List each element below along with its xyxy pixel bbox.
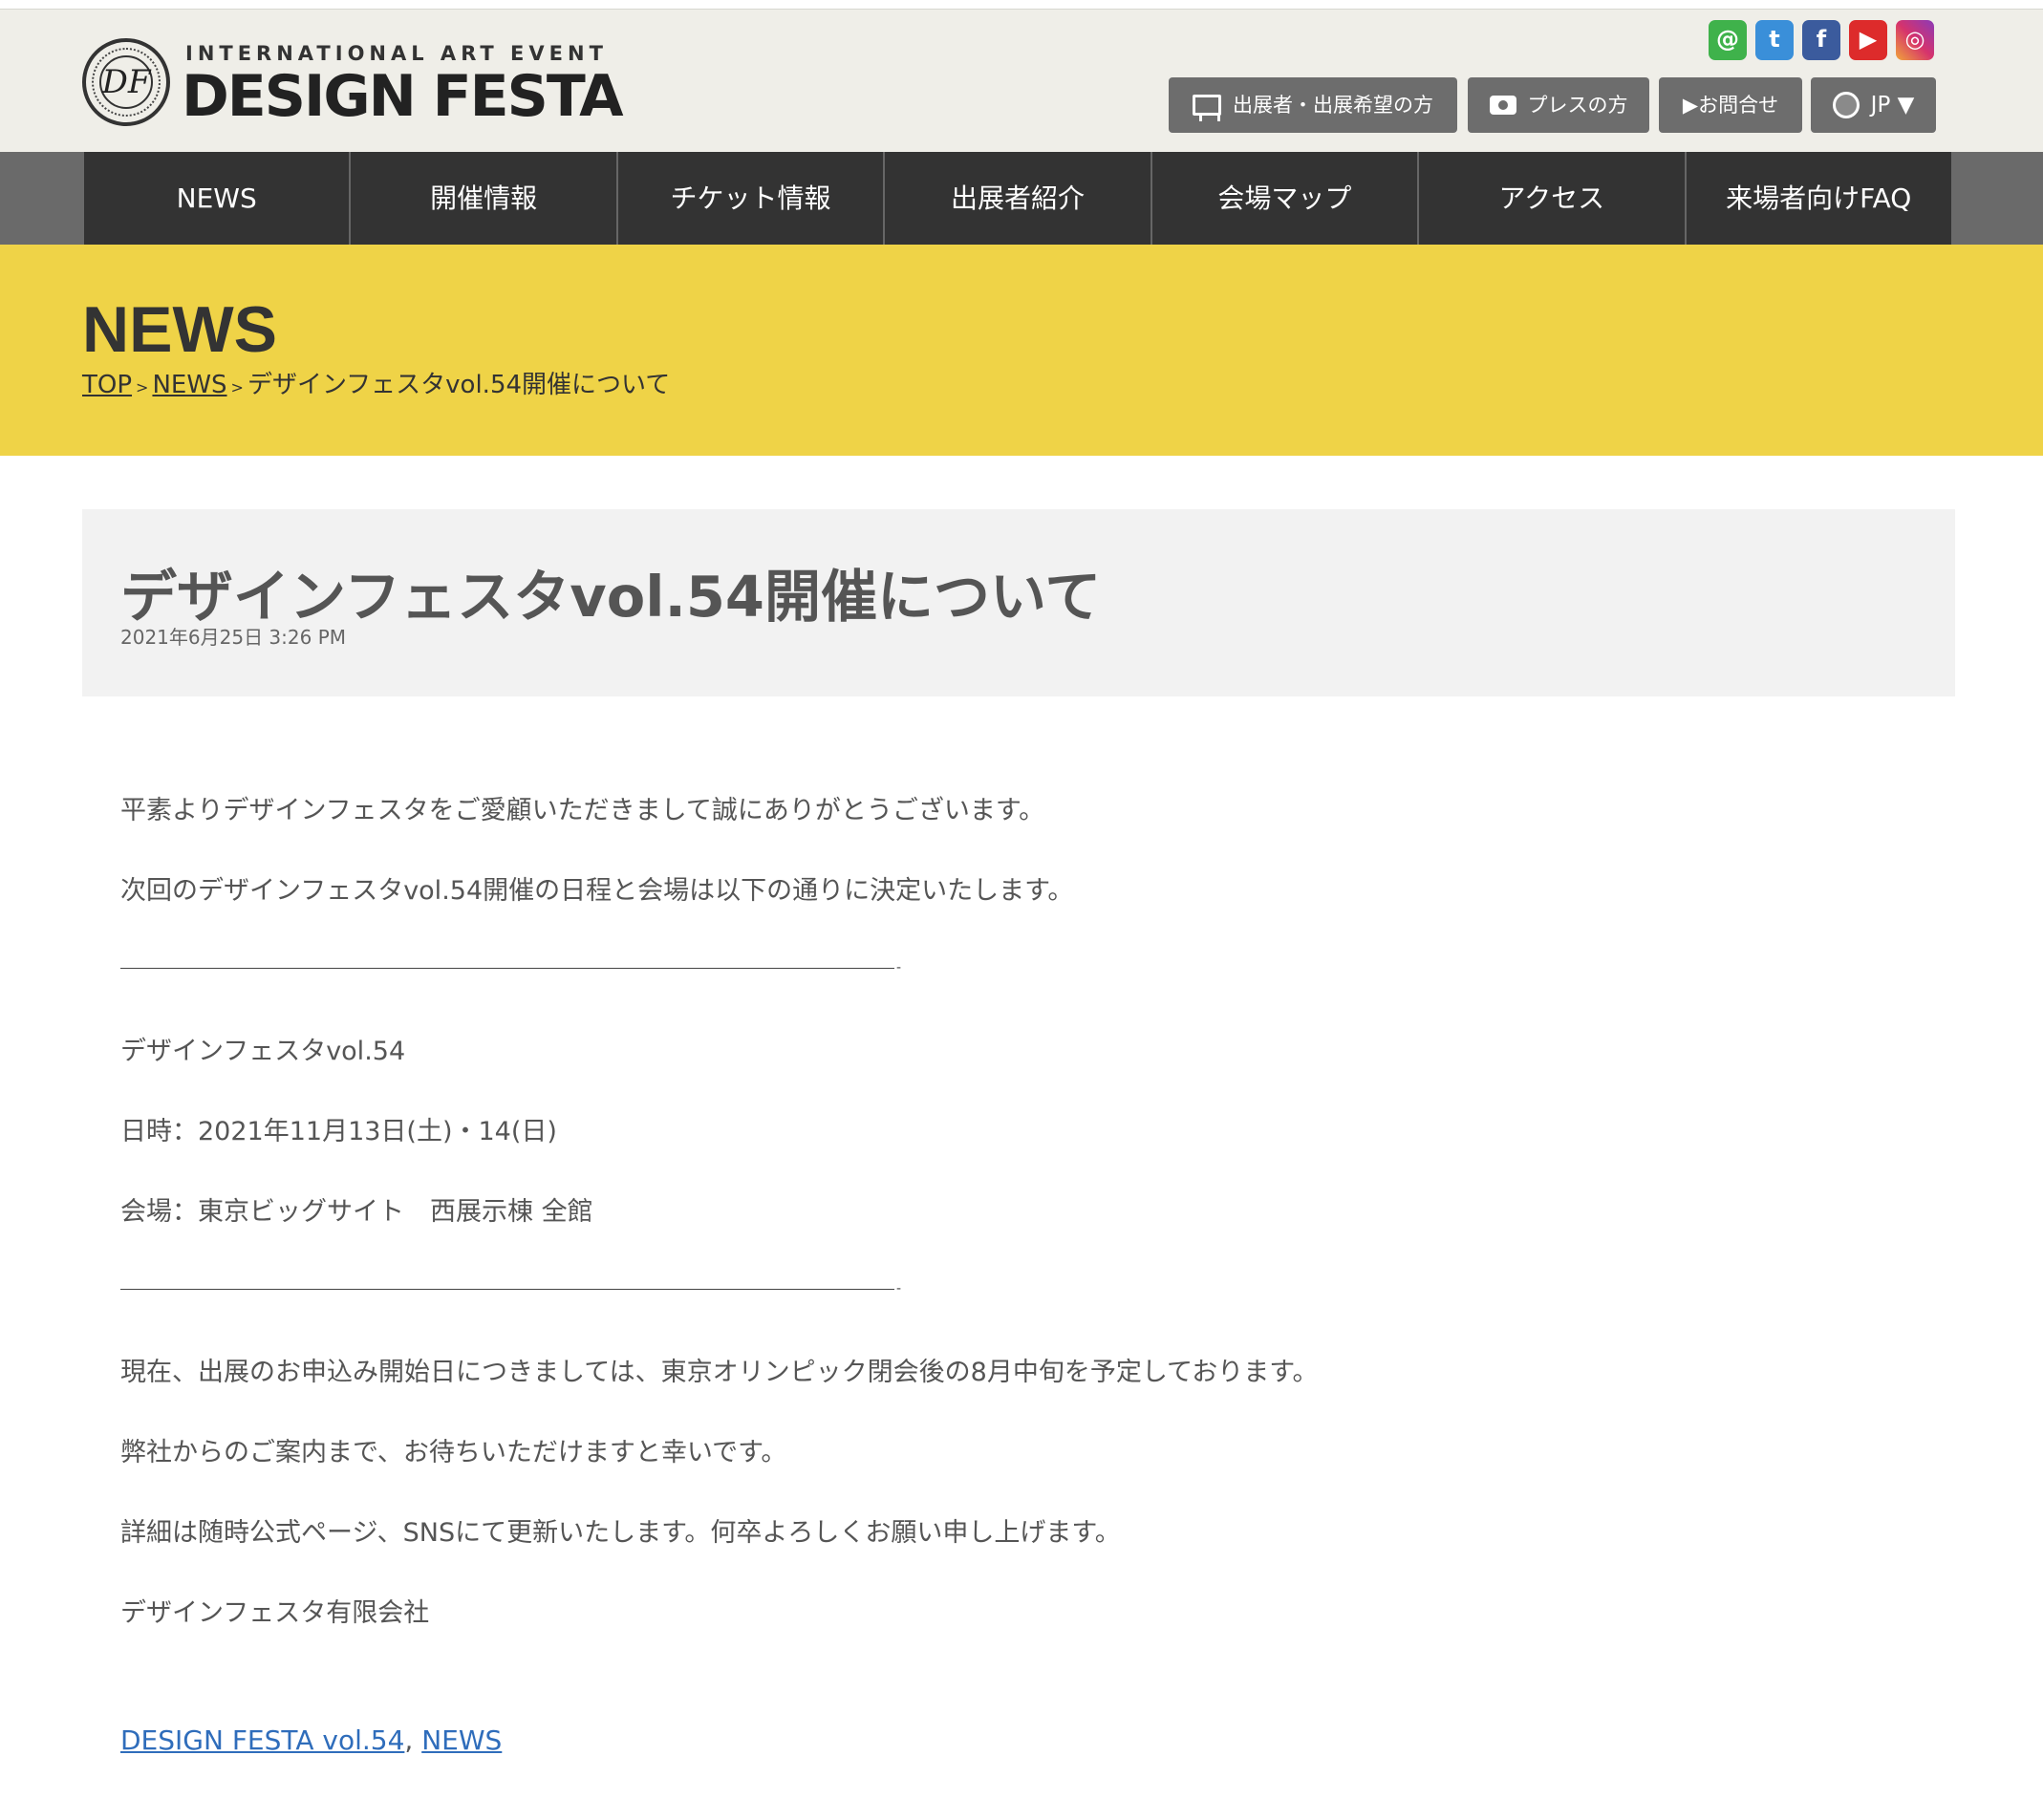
breadcrumb-news-link[interactable]: NEWS <box>152 371 226 399</box>
page-title: NEWS <box>82 293 277 366</box>
nav-item-faq[interactable]: 来場者向けFAQ <box>1687 152 1951 245</box>
divider: - <box>120 961 904 974</box>
language-selector[interactable]: JP ▼ <box>1811 77 1936 133</box>
nav-item-venue-map[interactable]: 会場マップ <box>1152 152 1420 245</box>
breadcrumb-separator: > <box>230 378 244 396</box>
globe-icon <box>1832 92 1860 118</box>
camera-icon <box>1489 96 1516 115</box>
mail-icon[interactable]: @ <box>1709 20 1747 60</box>
logo-subtitle: INTERNATIONAL ART EVENT <box>185 42 608 65</box>
nav-item-access[interactable]: アクセス <box>1419 152 1687 245</box>
paragraph: 平素よりデザインフェスタをご愛顧いただきまして誠にありがとうございます。 <box>120 796 1045 825</box>
nav-bar: NEWS 開催情報 チケット情報 出展者紹介 会場マップ アクセス 来場者向けF… <box>84 152 1951 245</box>
breadcrumb-top-link[interactable]: TOP <box>82 371 132 399</box>
breadcrumb-current: デザインフェスタvol.54開催について <box>247 371 671 399</box>
paragraph: デザインフェスタ有限会社 <box>120 1598 430 1628</box>
twitter-icon[interactable]: t <box>1755 20 1794 60</box>
article-date: 2021年6月25日 3:26 PM <box>120 626 347 649</box>
language-label: JP ▼ <box>1870 93 1915 118</box>
paragraph: デザインフェスタvol.54 <box>120 1037 406 1066</box>
main-navigation: NEWS 開催情報 チケット情報 出展者紹介 会場マップ アクセス 来場者向けF… <box>0 152 2043 245</box>
paragraph: 弊社からのご案内まで、お待ちいただけますと幸いです。 <box>120 1438 787 1467</box>
logo-seal-icon: DF <box>82 38 170 126</box>
paragraph: 現在、出展のお申込み開始日につきましては、東京オリンピック閉会後の8月中旬を予定… <box>120 1358 1319 1387</box>
easel-icon <box>1193 95 1221 121</box>
press-button-label: プレスの方 <box>1527 94 1628 117</box>
contact-button-label: ▶お問合せ <box>1682 94 1779 117</box>
article-tags: DESIGN FESTA vol.54, NEWS <box>120 1724 502 1756</box>
breadcrumb: TOP > NEWS > デザインフェスタvol.54開催について <box>82 365 670 400</box>
paragraph: 詳細は随時公式ページ、SNSにて更新いたします。何卒よろしくお願い申し上げます。 <box>120 1518 1121 1548</box>
exhibitor-button[interactable]: 出展者・出展希望の方 <box>1169 77 1457 133</box>
tag-separator: , <box>404 1724 422 1756</box>
contact-button[interactable]: ▶お問合せ <box>1659 77 1802 133</box>
youtube-icon[interactable]: ▶ <box>1849 20 1887 60</box>
logo-title: DESIGN FESTA <box>182 63 624 130</box>
paragraph: 次回のデザインフェスタvol.54開催の日程と会場は以下の通りに決定いたします。 <box>120 876 1074 906</box>
nav-item-news[interactable]: NEWS <box>84 152 352 245</box>
press-button[interactable]: プレスの方 <box>1468 77 1649 133</box>
divider: - <box>120 1282 904 1295</box>
nav-item-event-info[interactable]: 開催情報 <box>351 152 618 245</box>
paragraph: 日時：2021年11月13日(土)・14(日) <box>120 1117 557 1146</box>
site-logo[interactable]: DF INTERNATIONAL ART EVENT DESIGN FESTA <box>82 31 624 134</box>
exhibitor-button-label: 出展者・出展希望の方 <box>1233 94 1433 117</box>
article-header: デザインフェスタvol.54開催について 2021年6月25日 3:26 PM <box>82 509 1955 696</box>
breadcrumb-separator: > <box>136 378 149 396</box>
facebook-icon[interactable]: f <box>1802 20 1840 60</box>
instagram-icon[interactable]: ◎ <box>1896 20 1934 60</box>
paragraph: 会場：東京ビッグサイト 西展示棟 全館 <box>120 1197 593 1227</box>
nav-item-exhibitors[interactable]: 出展者紹介 <box>885 152 1152 245</box>
tag-link-design-festa-vol54[interactable]: DESIGN FESTA vol.54 <box>120 1724 404 1756</box>
tag-link-news[interactable]: NEWS <box>421 1724 502 1756</box>
article-title: デザインフェスタvol.54開催について <box>120 564 1102 630</box>
top-edge <box>0 0 2043 10</box>
nav-item-tickets[interactable]: チケット情報 <box>618 152 886 245</box>
page-hero: NEWS TOP > NEWS > デザインフェスタvol.54開催について <box>0 245 2043 456</box>
site-header: DF INTERNATIONAL ART EVENT DESIGN FESTA … <box>0 10 2043 152</box>
